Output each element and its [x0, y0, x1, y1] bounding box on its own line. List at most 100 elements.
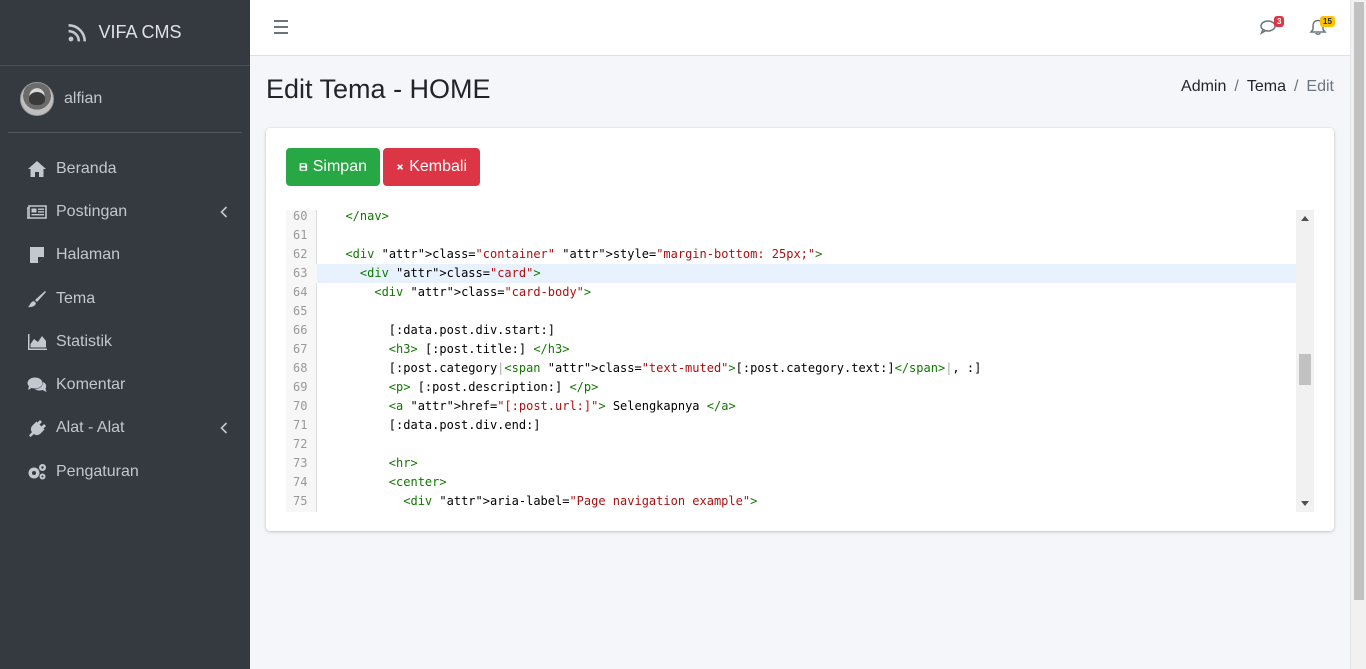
notifications-badge: 15 [1320, 16, 1335, 27]
code-line[interactable]: 63 <div "attr">class="card"> [286, 264, 1296, 283]
breadcrumb: Admin / Tema / Edit [1181, 78, 1334, 96]
sidebar-item-tema[interactable]: Tema [0, 277, 250, 320]
chevron-left-icon [220, 206, 228, 218]
save-icon [299, 163, 308, 171]
save-button-label: Simpan [312, 158, 367, 175]
back-button[interactable]: Kembali [383, 148, 480, 186]
code-text[interactable]: <p> [:post.description:] </p> [331, 378, 599, 397]
home-icon [26, 159, 48, 179]
sticky-note-icon [26, 245, 48, 265]
code-line[interactable]: 68 [:post.category|<span "attr">class="t… [286, 359, 1296, 378]
code-text[interactable]: <h3> [:post.title:] </h3> [331, 340, 570, 359]
paint-brush-icon [26, 289, 48, 309]
sidebar-item-label: Komentar [56, 376, 126, 394]
code-line[interactable]: 75 <div "attr">aria-label="Page navigati… [286, 492, 1296, 511]
code-line[interactable]: 60 </nav> [286, 210, 1296, 226]
code-line[interactable]: 66 [:data.post.div.start:] [286, 321, 1296, 340]
sidebar-item-pengaturan[interactable]: Pengaturan [0, 450, 250, 493]
code-line[interactable]: 69 <p> [:post.description:] </p> [286, 378, 1296, 397]
sidebar-item-statistik[interactable]: Statistik [0, 320, 250, 363]
breadcrumb-separator: / [1234, 78, 1239, 95]
line-number: 71 [293, 418, 308, 432]
code-text[interactable]: <hr> [331, 454, 418, 473]
code-editor[interactable]: 60 </nav> 61 62 <div "attr">class="contain… [286, 210, 1314, 512]
user-name[interactable]: alfian [64, 90, 102, 108]
theme-editor-card: Simpan Kembali 60 </nav> 61 62 <div "attr"… [266, 128, 1334, 531]
code-line[interactable]: 65 [286, 302, 1296, 321]
newspaper-icon [26, 202, 48, 222]
user-panel[interactable]: alfian [8, 66, 242, 133]
editor-scrollbar[interactable] [1296, 210, 1314, 512]
cogs-icon [26, 462, 48, 482]
code-line[interactable]: 62 <div "attr">class="container" "attr">… [286, 245, 1296, 264]
messages-button[interactable]: 3 [1259, 16, 1285, 35]
code-text[interactable]: [:data.post.div.end:] [331, 416, 541, 435]
code-line[interactable]: 73 <hr> [286, 454, 1296, 473]
line-number: 73 [293, 456, 308, 470]
breadcrumb-admin[interactable]: Admin [1181, 78, 1226, 96]
sidebar-item-alat-alat[interactable]: Alat - Alat [0, 407, 250, 450]
messages-badge: 3 [1274, 16, 1285, 27]
line-number: 62 [293, 247, 308, 261]
code-text[interactable]: [:data.post.div.start:] [331, 321, 555, 340]
code-text[interactable]: </nav> [331, 210, 388, 226]
sidebar-item-postingan[interactable]: Postingan [0, 190, 250, 233]
code-line[interactable]: 72 [286, 435, 1296, 454]
code-text[interactable]: <center> [331, 473, 447, 492]
sidebar-item-label: Beranda [56, 159, 117, 177]
line-number: 72 [293, 437, 308, 451]
line-number: 69 [293, 380, 308, 394]
back-button-label: Kembali [409, 158, 467, 175]
code-text[interactable]: <div "attr">aria-label="Page navigation … [331, 492, 757, 511]
chevron-left-icon [220, 422, 228, 434]
sidebar-item-beranda[interactable]: Beranda [0, 147, 250, 190]
editor-scrollbar-thumb[interactable] [1299, 354, 1311, 385]
code-line[interactable]: 61 [286, 226, 1296, 245]
breadcrumb-tema[interactable]: Tema [1247, 78, 1286, 96]
avatar [20, 82, 54, 116]
breadcrumb-edit: Edit [1306, 78, 1334, 95]
line-number: 75 [293, 494, 308, 508]
brand-name: VIFA CMS [98, 22, 182, 42]
close-icon [397, 164, 404, 170]
sidebar-item-label: Postingan [56, 202, 128, 220]
sidebar-item-halaman[interactable]: Halaman [0, 234, 250, 277]
page-scrollbar-thumb[interactable] [1354, 2, 1364, 600]
line-number: 74 [293, 475, 308, 489]
brand-link[interactable]: VIFA CMS [0, 0, 250, 66]
code-line[interactable]: 74 <center> [286, 473, 1296, 492]
code-text[interactable]: <div "attr">class="container" "attr">sty… [331, 245, 822, 264]
line-number: 65 [293, 304, 308, 318]
sidebar-item-label: Halaman [56, 246, 121, 264]
top-navbar: 3 15 [250, 0, 1350, 56]
scroll-up-icon[interactable] [1301, 216, 1309, 221]
sidebar-item-label: Alat - Alat [56, 419, 125, 437]
plug-icon [26, 418, 48, 438]
code-text[interactable]: <div "attr">class="card-body"> [331, 283, 591, 302]
sidebar-item-label: Statistik [56, 332, 113, 350]
area-chart-icon [26, 332, 48, 352]
code-text[interactable]: <div "attr">class="card"> [331, 264, 541, 283]
rss-icon [68, 23, 87, 42]
notifications-button[interactable]: 15 [1309, 16, 1335, 35]
code-line[interactable]: 64 <div "attr">class="card-body"> [286, 283, 1296, 302]
line-number: 60 [293, 210, 308, 223]
breadcrumb-separator: / [1293, 78, 1299, 95]
code-line[interactable]: 71 [:data.post.div.end:] [286, 416, 1296, 435]
line-number: 63 [286, 264, 317, 283]
scroll-down-icon[interactable] [1301, 501, 1309, 506]
page-title: Edit Tema - HOME [266, 74, 491, 104]
line-number: 61 [293, 228, 308, 242]
page-scrollbar[interactable] [1350, 0, 1366, 669]
code-text[interactable]: [:post.category|<span "attr">class="text… [331, 359, 982, 378]
menu-toggle-icon[interactable] [274, 20, 288, 34]
line-number: 64 [293, 285, 308, 299]
line-number: 67 [293, 342, 308, 356]
code-line[interactable]: 67 <h3> [:post.title:] </h3> [286, 340, 1296, 359]
sidebar-nav: Beranda Postingan Halaman Tema Statistik… [0, 133, 250, 493]
code-text[interactable]: <a "attr">href="[:post.url:]"> Selengkap… [331, 397, 736, 416]
save-button[interactable]: Simpan [286, 148, 380, 186]
sidebar-item-komentar[interactable]: Komentar [0, 363, 250, 406]
comments-icon [26, 375, 48, 395]
code-line[interactable]: 70 <a "attr">href="[:post.url:]"> Seleng… [286, 397, 1296, 416]
